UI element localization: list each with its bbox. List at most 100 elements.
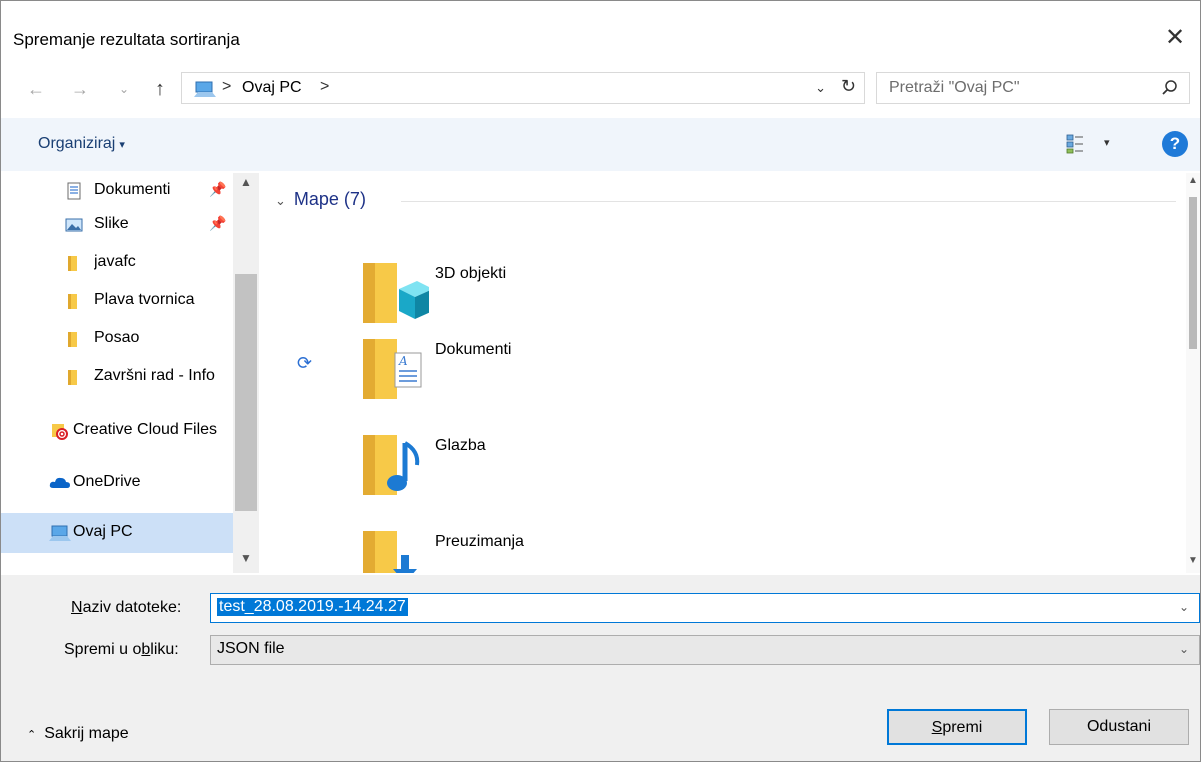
sidebar-item-label: Slike	[94, 215, 129, 232]
group-header[interactable]: ⌄ Mape (7)	[275, 189, 366, 210]
label-access-key: N	[71, 599, 83, 616]
save-button[interactable]: Spremi	[887, 709, 1027, 745]
hide-folders-label: Sakrij mape	[44, 725, 129, 742]
sidebar-item-label: Dokumenti	[94, 181, 171, 198]
creative-cloud-icon	[52, 424, 68, 440]
breadcrumb-separator[interactable]: >	[320, 78, 329, 96]
sidebar-item-dokumenti[interactable]: Dokumenti 📌	[1, 173, 233, 209]
view-dropdown-icon[interactable]: ▾	[1104, 136, 1110, 149]
sidebar-item-posao[interactable]: Posao	[1, 321, 233, 357]
breadcrumb-separator[interactable]: >	[222, 78, 231, 96]
sidebar-item-label: Creative Cloud Files	[73, 421, 218, 438]
filetype-value: JSON file	[217, 640, 285, 657]
sidebar-item-label: javafc	[94, 253, 136, 270]
sidebar-item-javafc[interactable]: javafc	[1, 245, 233, 281]
back-arrow-icon[interactable]: ←	[23, 73, 49, 105]
sync-status-icon: ⟳	[297, 353, 313, 373]
sidebar-item-zavrsni-rad[interactable]: Završni rad - Info	[1, 359, 233, 395]
documents-folder-icon: A	[363, 339, 422, 399]
organize-label: Organiziraj	[38, 135, 116, 152]
search-input[interactable]: Pretraži "Ovaj PC"	[889, 79, 1020, 97]
scroll-up-icon[interactable]: ▲	[1188, 175, 1198, 186]
close-icon[interactable]: ✕	[1160, 23, 1190, 53]
document-icon	[67, 182, 81, 200]
group-divider	[401, 201, 1176, 202]
folder-name: Glazba	[435, 437, 486, 454]
caret-down-icon: ▾	[119, 139, 125, 151]
content-scrollbar[interactable]: ▲ ▼	[1186, 173, 1200, 573]
music-folder-icon	[363, 435, 420, 495]
sidebar-item-label: Posao	[94, 329, 140, 346]
sidebar-item-slike[interactable]: Slike 📌	[1, 207, 233, 243]
refresh-icon[interactable]: ↻	[841, 76, 856, 97]
pictures-icon	[65, 218, 83, 232]
up-arrow-icon[interactable]: ↑	[147, 73, 173, 105]
address-row: ← → ⌄ ↑ > Ovaj PC > ⌄ ↻ Pretraži "Ovaj P…	[1, 67, 1200, 111]
breadcrumb-location[interactable]: Ovaj PC	[242, 79, 302, 97]
forward-arrow-icon[interactable]: →	[67, 73, 93, 105]
label-part: liku:	[150, 641, 179, 658]
scrollbar-thumb[interactable]	[235, 274, 257, 511]
filename-label: Naziv datoteke:	[71, 599, 181, 617]
folder-item-glazba[interactable]: Glazba	[359, 431, 759, 521]
filetype-select[interactable]: JSON file ⌄	[210, 635, 1200, 665]
folder-item-preuzimanja[interactable]: Preuzimanja	[359, 527, 759, 573]
filetype-label: Spremi u obliku:	[64, 641, 179, 659]
filename-field[interactable]: test_28.08.2019.-14.24.27 ⌄	[210, 593, 1200, 623]
scroll-down-icon[interactable]: ▼	[1188, 555, 1198, 566]
command-toolbar: Organiziraj ▾ ▾ ?	[1, 118, 1200, 171]
chevron-up-icon: ⌃	[27, 729, 37, 741]
sidebar-item-plava-tvornica[interactable]: Plava tvornica	[1, 283, 233, 319]
navigation-pane: Dokumenti 📌 Slike 📌 javafc Plava tvornic…	[1, 173, 261, 573]
folder-name: Dokumenti	[435, 341, 512, 358]
folder-name: Preuzimanja	[435, 533, 524, 550]
folder-icon	[68, 332, 77, 347]
sidebar-item-ovaj-pc[interactable]: Ovaj PC	[1, 513, 233, 553]
save-dialog: Spremanje rezultata sortiranja ✕ ← → ⌄ ↑…	[0, 0, 1201, 762]
chevron-down-icon[interactable]: ⌄	[1179, 600, 1189, 614]
cancel-button[interactable]: Odustani	[1049, 709, 1189, 745]
chevron-down-icon[interactable]: ⌄	[815, 80, 826, 96]
search-icon[interactable]	[1161, 79, 1179, 97]
sidebar-item-onedrive[interactable]: OneDrive	[1, 465, 233, 501]
svg-text:A: A	[398, 354, 408, 368]
button-label: premi	[942, 719, 983, 736]
address-bar[interactable]: > Ovaj PC > ⌄ ↻	[181, 72, 865, 104]
recent-locations-icon[interactable]: ⌄	[111, 73, 137, 105]
chevron-down-icon[interactable]: ⌄	[275, 193, 286, 208]
folder-icon	[68, 370, 77, 385]
search-box[interactable]: Pretraži "Ovaj PC"	[876, 72, 1190, 104]
filename-input[interactable]: test_28.08.2019.-14.24.27	[217, 598, 408, 616]
title-bar: Spremanje rezultata sortiranja ✕	[1, 1, 1200, 63]
button-access-key: S	[931, 719, 943, 736]
3d-objects-icon	[363, 263, 429, 323]
scroll-up-icon[interactable]: ▲	[240, 175, 252, 189]
label-access-key: b	[141, 641, 151, 658]
folder-icon	[68, 294, 77, 309]
scrollbar-thumb[interactable]	[1189, 197, 1197, 349]
label-part: aziv datoteke:	[82, 599, 182, 616]
sidebar-item-creative-cloud[interactable]: Creative Cloud Files	[1, 413, 233, 449]
help-icon[interactable]: ?	[1162, 131, 1188, 157]
organize-button[interactable]: Organiziraj ▾	[38, 135, 125, 153]
folder-name: 3D objekti	[435, 265, 507, 282]
pin-icon[interactable]: 📌	[209, 215, 226, 232]
content-pane: ⌄ Mape (7) 3D objekti ⟳ A Dokumenti Glaz…	[263, 173, 1200, 573]
label-part: Spremi u o	[64, 641, 142, 658]
dialog-title: Spremanje rezultata sortiranja	[13, 30, 240, 49]
pc-icon	[194, 81, 216, 97]
pc-icon	[49, 525, 71, 541]
folder-item-dokumenti[interactable]: A Dokumenti	[359, 335, 759, 425]
downloads-folder-icon	[363, 531, 417, 573]
pin-icon[interactable]: 📌	[209, 181, 226, 198]
sidebar-item-label: OneDrive	[73, 473, 141, 490]
scroll-down-icon[interactable]: ▼	[240, 551, 252, 565]
group-header-label: Mape (7)	[293, 189, 366, 209]
sidebar-item-label: Plava tvornica	[94, 291, 195, 308]
sidebar-item-label: Ovaj PC	[73, 523, 133, 540]
chevron-down-icon[interactable]: ⌄	[1179, 642, 1189, 656]
view-options-icon[interactable]	[1066, 134, 1084, 154]
navigation-scrollbar[interactable]: ▲ ▼	[233, 173, 259, 573]
hide-folders-toggle[interactable]: ⌃ Sakrij mape	[27, 725, 129, 743]
folder-icon	[68, 256, 77, 271]
